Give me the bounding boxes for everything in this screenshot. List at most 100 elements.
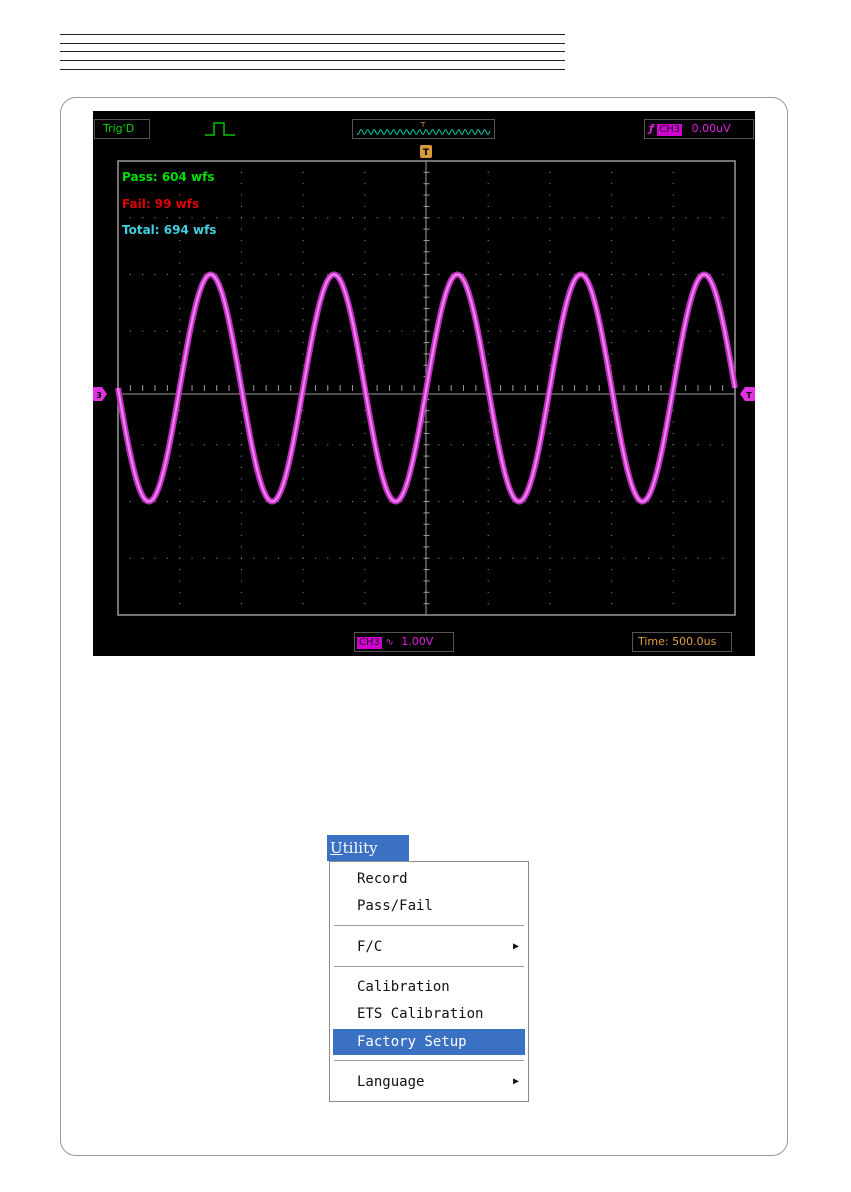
grid-dot: [203, 217, 205, 219]
grid-dot: [561, 557, 563, 559]
grid-dot: [611, 262, 613, 264]
grid-dot: [438, 557, 440, 559]
grid-dot: [512, 330, 514, 332]
grid-dot: [722, 501, 724, 502]
grid-dot: [351, 444, 353, 446]
grid-dot: [438, 274, 440, 275]
grid-dot: [598, 444, 600, 446]
grid-dot: [635, 444, 637, 446]
grid-dot: [685, 501, 687, 502]
grid-dot: [672, 557, 674, 559]
grid-dot: [487, 557, 489, 559]
menu-item-factory-setup[interactable]: Factory Setup: [333, 1029, 525, 1055]
menu-item-language[interactable]: Language ▶: [333, 1069, 525, 1095]
grid-dot: [549, 535, 551, 537]
grid-dot: [623, 330, 625, 332]
grid-dot: [191, 557, 193, 559]
grid-dot: [722, 557, 724, 559]
grid-dot: [611, 421, 613, 423]
channel-offset-marker[interactable]: 3: [93, 387, 107, 401]
grid-dot: [598, 217, 600, 219]
grid-dot: [487, 353, 489, 355]
grid-dot: [500, 217, 502, 219]
grid-dot: [376, 557, 378, 559]
menu-item-fc[interactable]: F/C ▶: [333, 934, 525, 960]
grid-dot: [611, 205, 613, 207]
grid-dot: [240, 342, 242, 344]
grid-dot: [277, 217, 279, 219]
grid-dot: [364, 410, 366, 412]
grid-dot: [549, 342, 551, 344]
grid-dot: [203, 501, 205, 502]
grid-dot: [240, 455, 242, 457]
grid-dot: [475, 557, 477, 559]
timebase-info[interactable]: Time: 500.0us: [632, 632, 732, 652]
grid-dot: [364, 330, 366, 332]
grid-dot: [660, 330, 662, 332]
grid-dot: [549, 523, 551, 525]
grid-dot: [339, 557, 341, 559]
grid-dot: [463, 444, 465, 446]
grid-dot: [290, 557, 292, 559]
grid-dot: [512, 217, 514, 219]
menu-item-ets-calibration[interactable]: ETS Calibration: [333, 1001, 525, 1027]
grid-dot: [672, 183, 674, 185]
grid-dot: [487, 591, 489, 593]
grid-dot: [549, 228, 551, 230]
menu-separator: [334, 966, 524, 968]
grid-dot: [586, 557, 588, 559]
grid-dot: [277, 330, 279, 332]
grid-dot: [240, 569, 242, 571]
grid-dot: [672, 455, 674, 457]
grid-dot: [364, 262, 366, 264]
grid-dot: [413, 557, 415, 559]
grid-dot: [179, 535, 181, 537]
grid-dot: [179, 444, 181, 446]
grid-dot: [611, 444, 613, 446]
grid-dot: [302, 319, 304, 321]
grid-dot: [574, 330, 576, 332]
grid-dot: [549, 262, 551, 264]
waveform-overview[interactable]: T: [352, 119, 495, 139]
trigger-level-marker[interactable]: T: [740, 387, 755, 401]
grid-dot: [179, 432, 181, 434]
grid-dot: [302, 410, 304, 412]
grid-dot: [179, 603, 181, 605]
menu-item-pass-fail[interactable]: Pass/Fail: [333, 893, 525, 919]
grid-dot: [586, 501, 588, 502]
grid-dot: [351, 557, 353, 559]
menu-item-calibration[interactable]: Calibration: [333, 974, 525, 1000]
grid-dot: [142, 330, 144, 332]
waveform-plot: T 3 T: [93, 145, 755, 616]
grid-dot: [475, 501, 477, 502]
grid-dot: [413, 217, 415, 219]
grid-dot: [635, 217, 637, 219]
trigger-position-marker[interactable]: T: [420, 145, 432, 158]
grid-dot: [672, 432, 674, 434]
grid-dot: [537, 557, 539, 559]
grid-dot: [549, 410, 551, 412]
grid-dot: [191, 444, 193, 446]
grid-dot: [314, 557, 316, 559]
grid-dot: [179, 262, 181, 264]
grid-dot: [364, 353, 366, 355]
grid-dot: [672, 410, 674, 412]
grid-dot: [672, 296, 674, 298]
grid-dot: [648, 217, 650, 219]
grid-dot: [561, 501, 563, 502]
grid-dot: [561, 274, 563, 275]
utility-menu-title[interactable]: Utility: [327, 835, 409, 861]
channel-info[interactable]: CH3 ∿ 1.00V: [354, 632, 454, 652]
submenu-arrow-icon: ▶: [512, 1076, 519, 1087]
grid-dot: [154, 330, 156, 332]
utility-menu: Utility Record Pass/Fail F/C ▶ Calibratio…: [327, 835, 529, 1102]
pulse-icon: [205, 122, 235, 136]
grid-dot: [228, 557, 230, 559]
grid-dot: [611, 274, 613, 275]
grid-dot: [672, 228, 674, 230]
grid-dot: [302, 274, 304, 275]
menu-item-record[interactable]: Record: [333, 866, 525, 892]
menu-item-label: Language: [357, 1074, 425, 1090]
grid-dot: [438, 217, 440, 219]
grid-dot: [722, 217, 724, 219]
